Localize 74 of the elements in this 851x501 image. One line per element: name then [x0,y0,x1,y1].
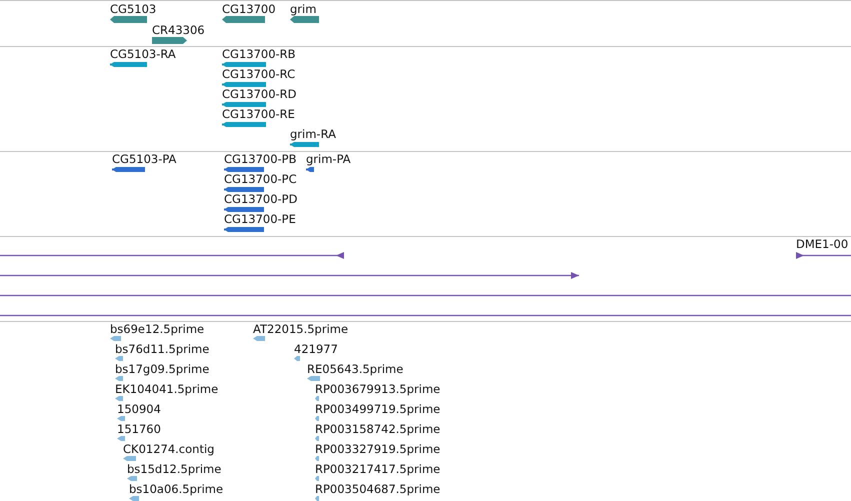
feature-glyph[interactable] [224,226,264,233]
feature-label: bs69e12.5prime [110,323,204,336]
feature-glyph[interactable] [110,61,147,68]
feature-label: RP003158742.5prime [315,423,440,436]
feature-glyph[interactable] [224,166,264,173]
feature-glyph[interactable] [306,166,314,173]
feature-label: AT22015.5prime [253,323,348,336]
feature-label: RP003499719.5prime [315,403,440,416]
feature-glyph[interactable] [110,16,147,23]
feature-label: CG13700-RB [222,48,296,61]
feature-glyph[interactable] [152,37,187,44]
feature-glyph[interactable] [315,456,319,461]
feature-glyph[interactable] [222,101,266,108]
feature-label: grim-RA [290,128,336,141]
feature-glyph[interactable] [110,336,121,341]
feature-label: 421977 [294,343,338,356]
feature-label: CR43306 [152,24,205,37]
feature-glyph[interactable] [117,416,125,421]
feature-glyph[interactable] [294,356,300,361]
feature-label: CG13700-PB [224,153,296,166]
feature-glyph[interactable] [112,166,145,173]
feature-glyph[interactable] [307,376,320,381]
feature-label: bs10a06.5prime [129,483,224,496]
feature-glyph[interactable] [222,61,266,68]
feature-glyph[interactable] [115,356,123,361]
alignment-line[interactable] [0,312,851,319]
feature-label: CG5103 [110,3,156,16]
feature-glyph[interactable] [315,496,319,501]
feature-label: EK104041.5prime [115,383,218,396]
feature-glyph[interactable] [315,476,319,481]
feature-label: RP003217417.5prime [315,463,440,476]
feature-label: CG13700-PC [224,173,297,186]
feature-label: CG13700-PE [224,213,296,226]
feature-glyph[interactable] [315,436,319,441]
feature-label: CK01274.contig [123,443,214,456]
feature-label: bs76d11.5prime [115,343,210,356]
feature-glyph[interactable] [222,16,265,23]
feature-label: grim [290,3,316,16]
feature-glyph[interactable] [222,121,266,128]
feature-label: bs17g09.5prime [115,363,210,376]
alignment-line[interactable] [796,252,851,259]
alignment-line[interactable] [0,292,851,299]
feature-label: CG13700-RD [222,88,297,101]
feature-glyph[interactable] [115,376,123,381]
feature-label: 151760 [117,423,161,436]
feature-label: grim-PA [306,153,351,166]
feature-label: RE05643.5prime [307,363,404,376]
feature-label: CG13700 [222,3,276,16]
feature-glyph[interactable] [123,456,136,461]
feature-glyph[interactable] [315,416,319,421]
feature-glyph[interactable] [222,81,266,88]
feature-glyph[interactable] [253,336,265,341]
feature-label: 150904 [117,403,161,416]
feature-label: CG5103-PA [112,153,176,166]
feature-glyph[interactable] [127,476,137,481]
feature-label: bs15d12.5prime [127,463,222,476]
feature-glyph[interactable] [117,436,125,441]
feature-label: DME1-00 [796,238,848,251]
feature-label: CG13700-PD [224,193,298,206]
alignment-line[interactable] [0,272,579,279]
feature-glyph[interactable] [224,186,264,193]
feature-label: RP003504687.5prime [315,483,440,496]
alignment-line[interactable] [0,252,344,259]
feature-label: CG13700-RE [222,108,295,121]
feature-label: CG13700-RC [222,68,296,81]
feature-label: RP003327919.5prime [315,443,440,456]
feature-glyph[interactable] [224,206,264,213]
feature-label: RP003679913.5prime [315,383,440,396]
feature-glyph[interactable] [115,396,123,401]
feature-glyph[interactable] [129,496,139,501]
feature-label: CG5103-RA [110,48,176,61]
feature-glyph[interactable] [290,16,319,23]
feature-glyph[interactable] [315,396,319,401]
feature-glyph[interactable] [290,141,319,148]
